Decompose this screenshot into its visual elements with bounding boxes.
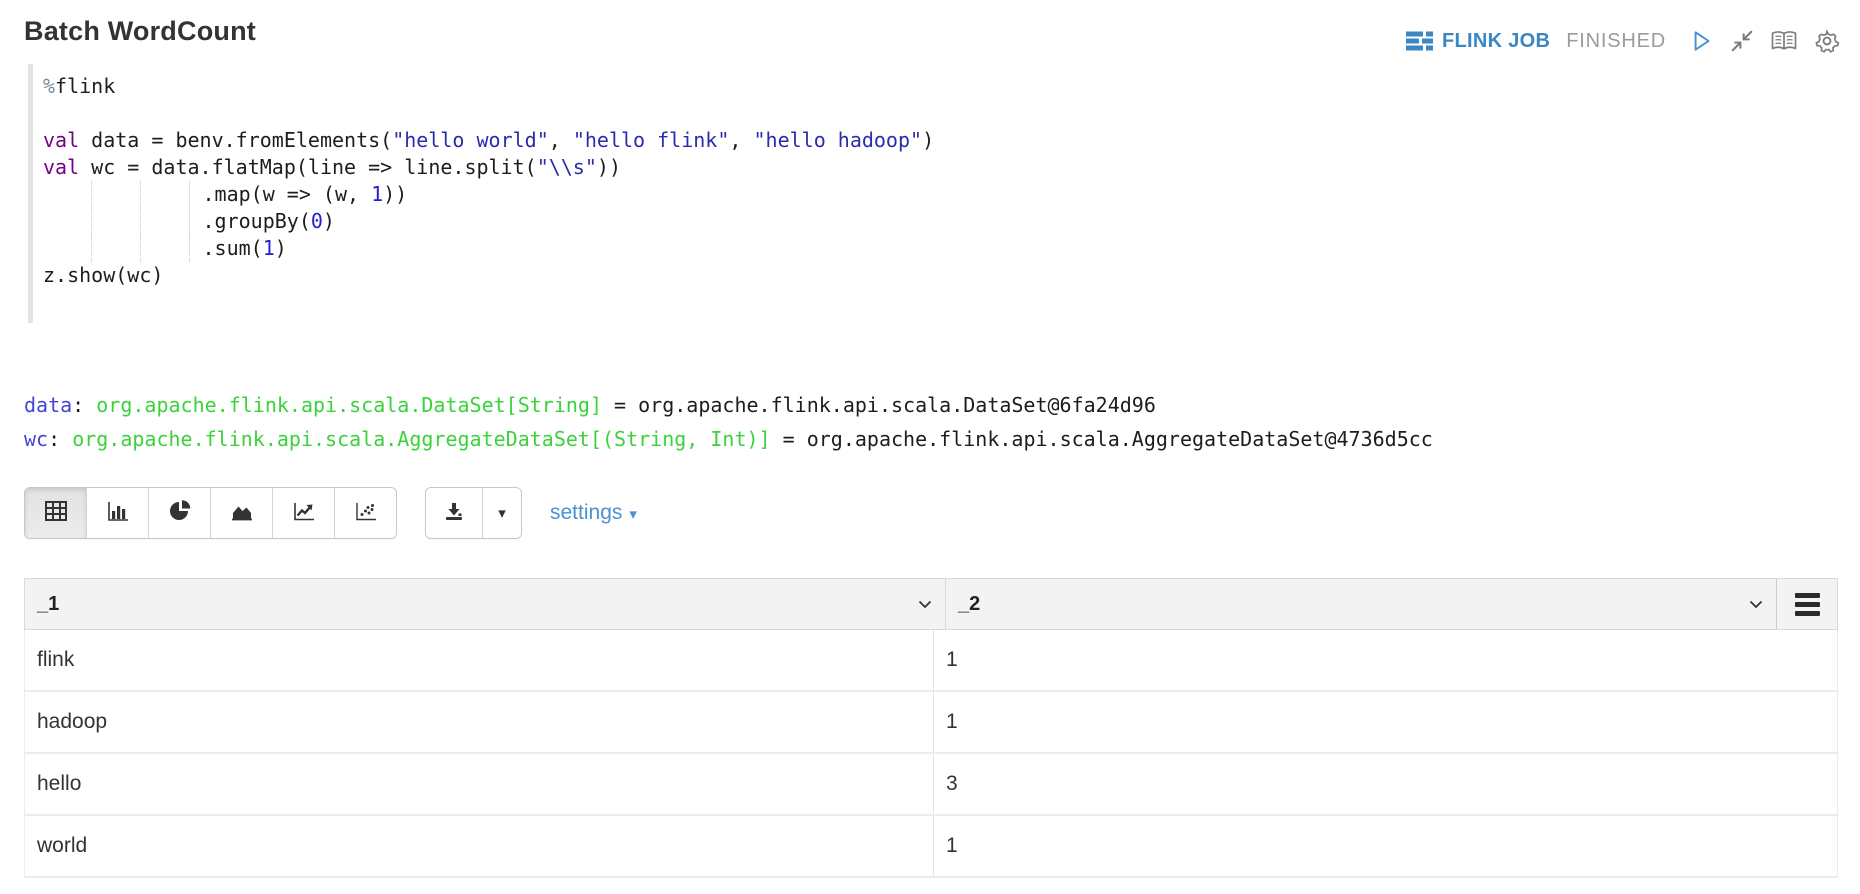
tasks-icon <box>1406 30 1433 52</box>
table-cell: 1 <box>933 816 1837 876</box>
scatter-chart-icon <box>354 500 378 527</box>
table-menu-button[interactable] <box>1776 579 1837 629</box>
code-editor[interactable]: %flink val data = benv.fromElements("hel… <box>28 64 1836 323</box>
menu-icon <box>1795 593 1820 616</box>
table-cell: hello <box>25 754 933 814</box>
download-group: ▾ <box>425 487 522 539</box>
table-cell: 1 <box>933 692 1837 752</box>
area-chart-icon <box>230 500 254 527</box>
table-row: hello3 <box>25 754 1837 816</box>
status-badge: FINISHED <box>1566 30 1666 53</box>
settings-toggle[interactable]: settings ▾ <box>550 501 637 525</box>
table-row: world1 <box>25 816 1837 878</box>
play-icon[interactable] <box>1688 28 1714 54</box>
line-chart-button[interactable] <box>273 488 335 538</box>
table-header-row: _1 _2 <box>24 578 1838 630</box>
column-header-2[interactable]: _2 <box>945 579 1776 629</box>
flink-job-label: FLINK JOB <box>1442 30 1550 53</box>
chart-type-group <box>24 487 397 539</box>
table-cell: 1 <box>933 630 1837 690</box>
zeppelin-paragraph: Batch WordCount FLINK JOB FINISHED <box>0 0 1860 894</box>
page-title: Batch WordCount <box>24 16 256 47</box>
pie-chart-button[interactable] <box>149 488 211 538</box>
compress-icon[interactable] <box>1730 29 1754 53</box>
flink-job-button[interactable]: FLINK JOB <box>1406 30 1550 53</box>
table-icon <box>44 500 68 527</box>
download-caret-button[interactable]: ▾ <box>483 488 521 538</box>
table-cell: world <box>25 816 933 876</box>
result-table: _1 _2 flink1hadoop1hello3world1 <box>24 578 1838 894</box>
bar-chart-button[interactable] <box>87 488 149 538</box>
column-header-1[interactable]: _1 <box>25 579 945 629</box>
settings-label: settings <box>550 501 622 525</box>
area-chart-button[interactable] <box>211 488 273 538</box>
chevron-down-icon[interactable] <box>1749 600 1763 609</box>
repl-output: data: org.apache.flink.api.scala.DataSet… <box>24 388 1433 456</box>
download-icon <box>443 501 465 526</box>
table-cell: flink <box>25 630 933 690</box>
table-body: flink1hadoop1hello3world1 <box>24 630 1838 878</box>
table-row: hadoop1 <box>25 692 1837 754</box>
settings-caret-icon: ▾ <box>629 503 637 523</box>
viz-toolbar: ▾ settings ▾ <box>24 487 637 539</box>
table-row: flink1 <box>25 630 1837 692</box>
scatter-chart-button[interactable] <box>335 488 396 538</box>
download-button[interactable] <box>426 488 483 538</box>
pie-chart-icon <box>168 499 192 528</box>
caret-down-icon: ▾ <box>498 504 506 522</box>
paragraph-controls: FLINK JOB FINISHED <box>1406 28 1840 54</box>
table-cell: 3 <box>933 754 1837 814</box>
book-icon[interactable] <box>1770 29 1798 53</box>
table-cell: hadoop <box>25 692 933 752</box>
table-view-button[interactable] <box>25 488 87 538</box>
gear-icon[interactable] <box>1814 28 1840 54</box>
column-header-2-label: _2 <box>958 593 980 616</box>
bar-chart-icon <box>106 500 130 527</box>
chevron-down-icon[interactable] <box>918 600 932 609</box>
column-header-1-label: _1 <box>37 593 59 616</box>
line-chart-icon <box>292 500 316 527</box>
